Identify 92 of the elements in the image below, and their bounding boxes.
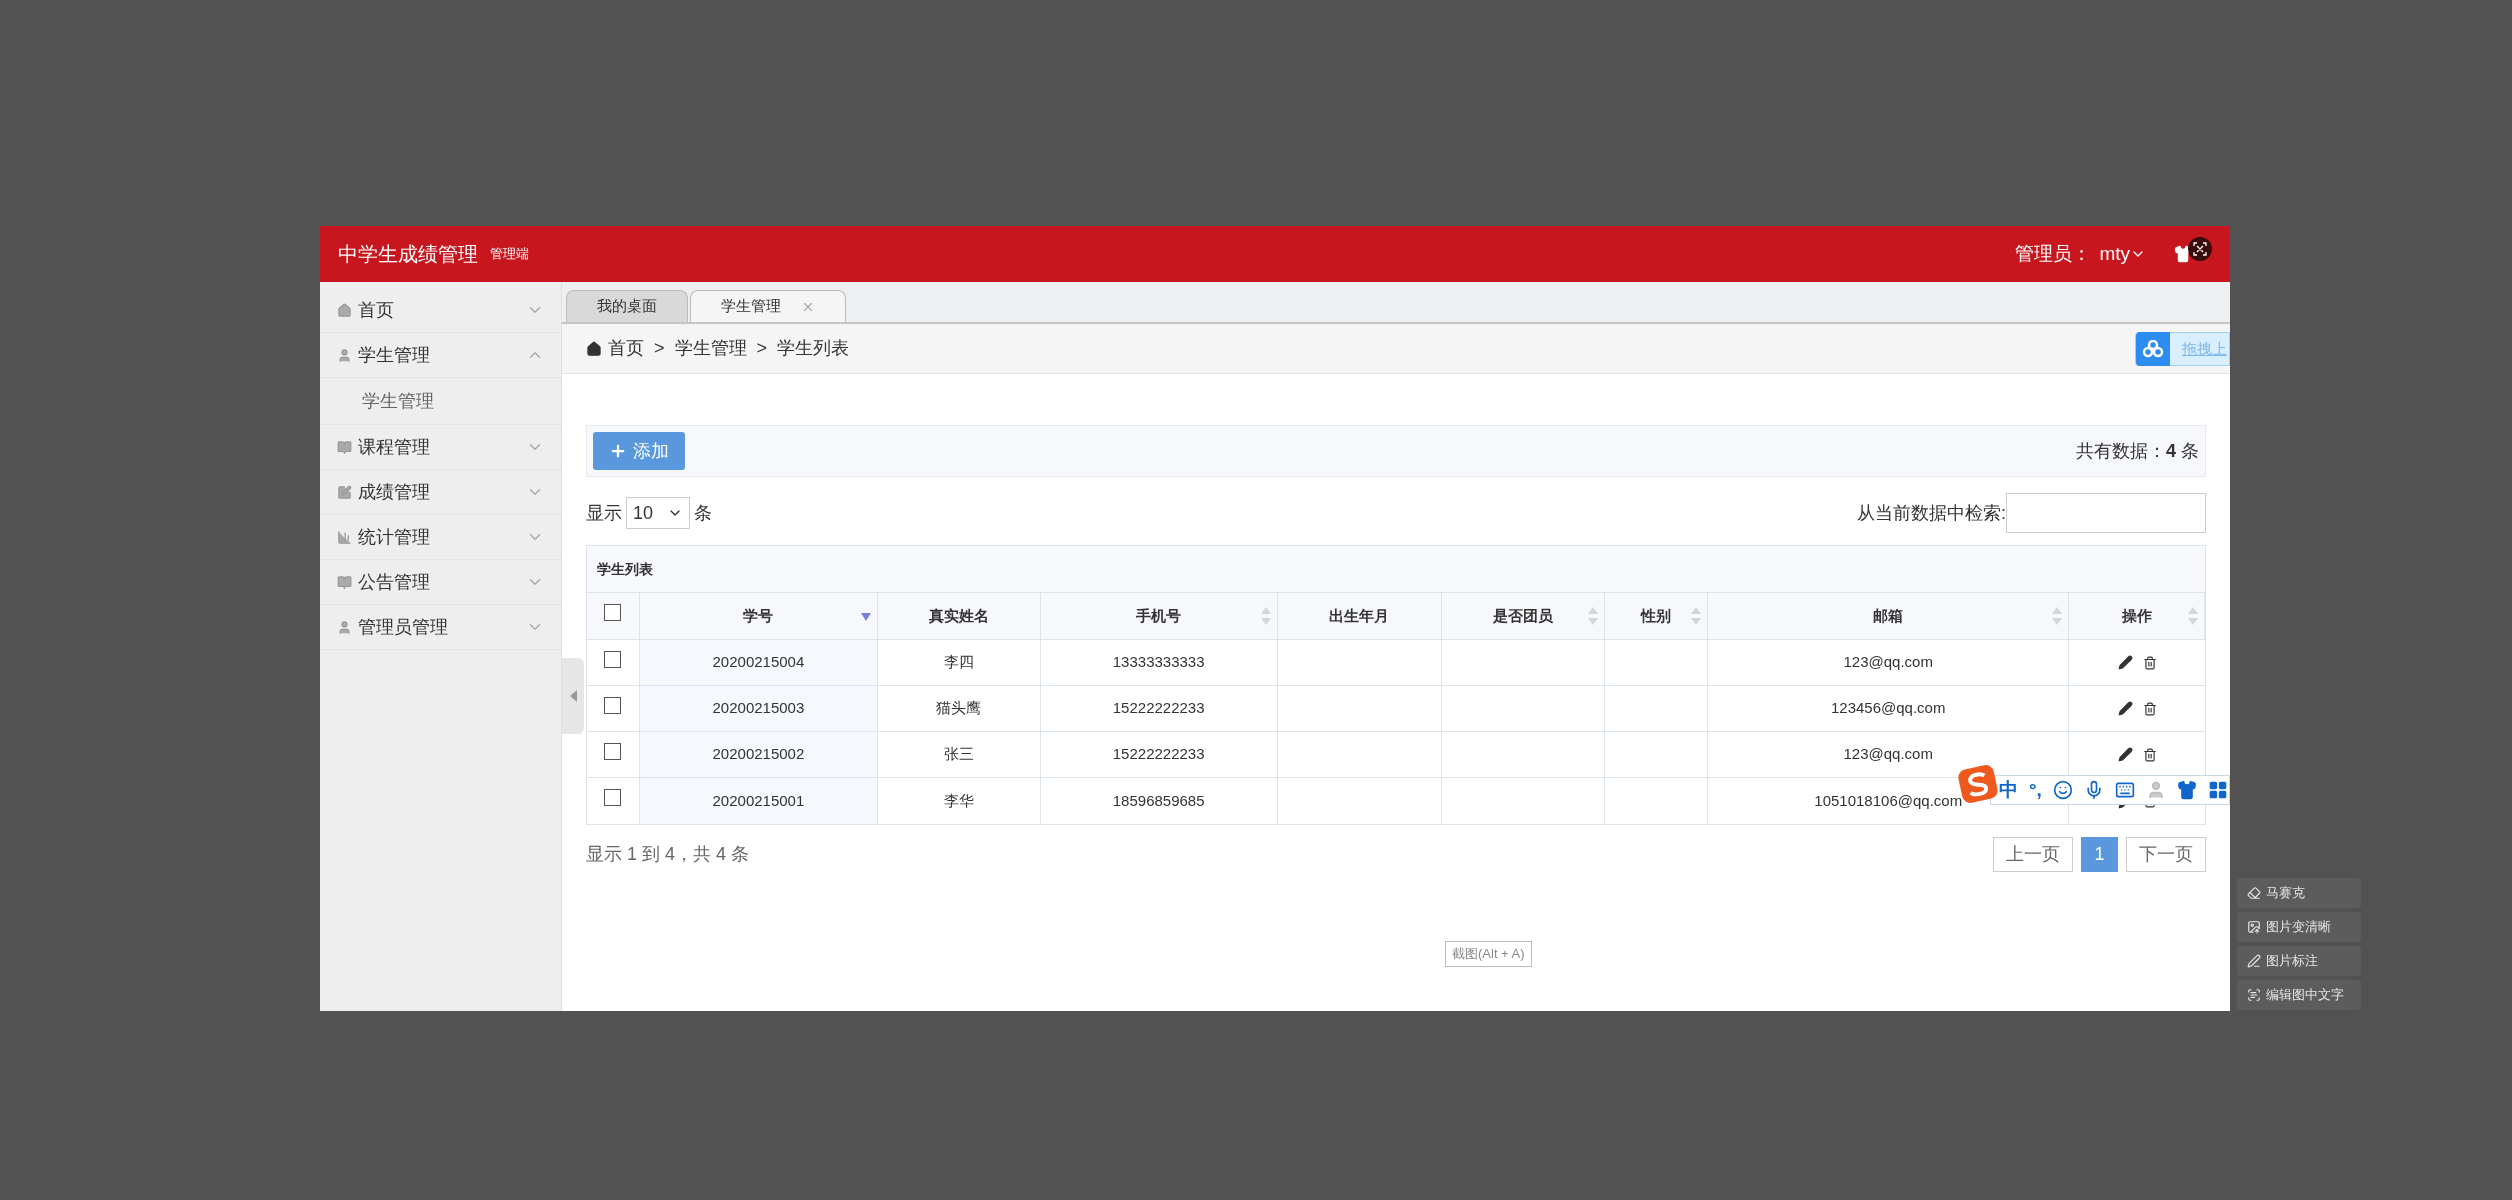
grid-icon[interactable] [2207, 780, 2228, 800]
keyboard-icon[interactable] [2114, 780, 2135, 800]
home-icon [586, 340, 602, 357]
menu-icon [337, 302, 352, 318]
table-cell-text: 20200215003 [712, 698, 805, 719]
tool-icon [2247, 954, 2261, 968]
tool-icon [2247, 988, 2261, 1002]
checkbox[interactable] [604, 651, 622, 668]
ime-mode[interactable]: 中 [1999, 776, 2018, 804]
sort-desc-icon[interactable] [860, 613, 871, 621]
menu-icon [337, 529, 352, 545]
table-cell-text: 20200215002 [712, 744, 805, 765]
menu-icon [337, 619, 352, 635]
menu-icon [337, 484, 352, 500]
menu-icon [337, 574, 352, 590]
tab[interactable]: 学生管理 [690, 290, 846, 322]
table-cell-text: 20200215001 [712, 790, 805, 811]
app-subtitle: 管理端 [490, 245, 529, 264]
column-header[interactable]: 是否团员 [1441, 593, 1606, 639]
search-label: 从当前数据中检索: [1857, 501, 2006, 525]
breadcrumb-separator: > [756, 337, 768, 360]
screenshot-hint: 截图(Alt + A) [1445, 941, 1532, 967]
table-cell-text: 13333333333 [1112, 652, 1205, 673]
table-cell-text: 李华 [943, 790, 974, 811]
tab[interactable]: 我的桌面 [566, 290, 688, 322]
caret-left-icon [569, 690, 577, 702]
delete-icon[interactable] [2142, 701, 2157, 716]
checkbox[interactable] [604, 789, 622, 806]
breadcrumb-item[interactable]: 学生管理 [674, 335, 747, 362]
delete-icon[interactable] [2142, 655, 2157, 670]
next-page-button[interactable]: 下一页 [2126, 837, 2206, 872]
column-header[interactable]: 真实姓名 [877, 593, 1041, 639]
length-label: 显示 [586, 501, 622, 525]
delete-icon[interactable] [2142, 747, 2157, 762]
tool-button[interactable]: 图片变清晰 [2237, 912, 2361, 942]
search-field[interactable] [2006, 493, 2206, 533]
table-cell-text: 20200215004 [712, 652, 805, 673]
table-cell-text: 张三 [943, 744, 974, 765]
column-header[interactable]: 出生年月 [1277, 593, 1442, 639]
cloud-icon [2136, 332, 2170, 366]
checkbox[interactable] [604, 697, 622, 714]
screenshot-icon[interactable] [2188, 237, 2212, 261]
breadcrumb-item[interactable]: 首页 [608, 335, 644, 362]
table-cell-text: 15222222233 [1112, 744, 1205, 765]
edit-icon[interactable] [2117, 655, 2133, 670]
checkbox[interactable] [604, 604, 622, 621]
checkbox[interactable] [604, 743, 622, 760]
sidebar-item[interactable]: 统计管理 [320, 515, 561, 560]
punctuation-toggle[interactable]: °, [2029, 776, 2042, 804]
column-header[interactable]: 手机号 [1040, 593, 1278, 639]
prev-page-button[interactable]: 上一页 [1993, 837, 2073, 872]
column-header[interactable]: 操作 [2069, 593, 2206, 639]
table-cell-text: 123456@qq.com [1831, 698, 1946, 719]
column-header[interactable]: 性别 [1605, 593, 1709, 639]
table-cell-text: 15222222233 [1112, 698, 1205, 719]
total-count: 共有数据：4 条 [2075, 439, 2199, 463]
menu-icon [337, 439, 352, 455]
tool-icon [2247, 920, 2261, 934]
table-cell-text: 李四 [943, 652, 974, 673]
pagination-info: 显示 1 到 4，共 4 条 [586, 843, 750, 866]
tool-button[interactable]: 编辑图中文字 [2237, 980, 2361, 1010]
table-cell-text: 18596859685 [1112, 790, 1205, 811]
edit-icon[interactable] [2117, 747, 2133, 762]
tool-button[interactable]: 马赛克 [2237, 878, 2361, 908]
breadcrumb-item[interactable]: 学生列表 [777, 335, 850, 362]
sidebar-item[interactable]: 学生管理 [320, 333, 561, 378]
table-cell-text: 1051018106@qq.com [1814, 790, 1963, 811]
app-title: 中学生成绩管理 [338, 242, 478, 267]
table-caption: 学生列表 [587, 546, 2205, 593]
table-cell-text: 123@qq.com [1843, 744, 1933, 765]
plus-icon [609, 442, 627, 460]
sidebar-item[interactable]: 课程管理 [320, 425, 561, 470]
sidebar-item[interactable]: 成绩管理 [320, 470, 561, 515]
user-menu[interactable]: mty [2099, 239, 2146, 269]
breadcrumb-separator: > [654, 337, 665, 360]
collapse-handle[interactable] [562, 658, 584, 734]
emoji-icon[interactable] [2052, 780, 2073, 800]
menu-icon [337, 347, 352, 363]
tool-icon [2247, 886, 2261, 900]
sidebar-subitem[interactable]: 学生管理 [320, 378, 561, 425]
sidebar-item[interactable]: 管理员管理 [320, 605, 561, 650]
sidebar-item[interactable]: 首页 [320, 288, 561, 333]
admin-label: 管理员： [2015, 241, 2092, 266]
length-label: 条 [694, 501, 712, 525]
page-size-select[interactable]: 10 [626, 497, 690, 529]
edit-icon[interactable] [2117, 701, 2133, 716]
tool-button[interactable]: 图片标注 [2237, 946, 2361, 976]
sidebar-item[interactable]: 公告管理 [320, 560, 561, 605]
column-header[interactable]: 邮箱 [1708, 593, 2070, 639]
column-header[interactable]: 学号 [639, 593, 878, 639]
table-cell-text: 猫头鹰 [936, 698, 982, 719]
table-cell-text: 123@qq.com [1843, 652, 1933, 673]
